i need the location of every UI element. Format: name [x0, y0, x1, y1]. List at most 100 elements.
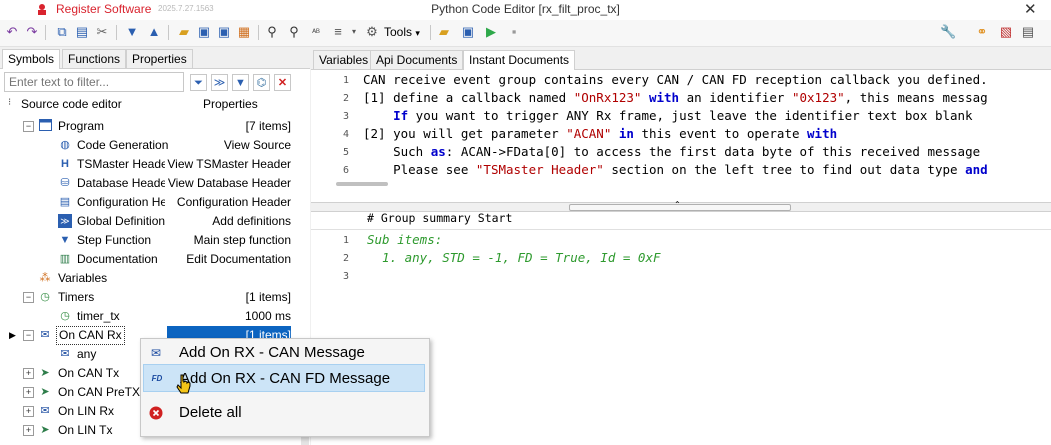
- clear-filter-icon[interactable]: ✕: [274, 74, 291, 91]
- delete-doc-icon[interactable]: ▧: [998, 24, 1014, 40]
- tree-root-icon: ⁝: [8, 97, 12, 108]
- toolbar: ↶ ↷ ⧉ ▤ ✂ ▼ ▲ ▰ ▣ ▣ ▦ ⚲ ⚲ ᴬᴮ ≡ ▾ ⚙ Tools…: [0, 20, 1051, 47]
- tab-functions[interactable]: Functions: [62, 49, 127, 68]
- cut-icon[interactable]: ✂: [94, 24, 110, 40]
- delete-icon: [148, 406, 164, 420]
- doc-line: If you want to trigger ANY Rx frame, jus…: [363, 108, 973, 123]
- window-menu-icon[interactable]: ▤: [1020, 24, 1036, 40]
- envelope-icon: ✉: [60, 348, 70, 360]
- dropdown-filter-icon[interactable]: ▼: [232, 74, 249, 91]
- send-icon: ➤: [40, 424, 50, 436]
- program-icon: [38, 119, 52, 133]
- redo-icon[interactable]: ↷: [24, 24, 40, 40]
- header-icon: H: [61, 158, 69, 170]
- send-icon: ➤: [40, 367, 50, 379]
- right-tab-bar: Variables Api Documents Instant Document…: [311, 47, 1051, 70]
- tab-api-documents[interactable]: Api Documents: [370, 50, 464, 69]
- globe-icon: ◍: [60, 139, 70, 151]
- tools-menu-button[interactable]: Tools ▾: [384, 25, 420, 39]
- gear-icon[interactable]: ⚙: [364, 24, 380, 40]
- doc-line: [1] define a callback named "OnRx123" wi…: [363, 90, 988, 105]
- tree-header: ⁝ Source code editor Properties: [0, 95, 300, 113]
- link-icon[interactable]: ⚭: [974, 24, 990, 40]
- copy-icon[interactable]: ⧉: [54, 24, 70, 40]
- replace-icon[interactable]: ᴬᴮ: [308, 24, 324, 40]
- window-title: Python Code Editor [rx_filt_proc_tx]: [431, 2, 620, 16]
- collapse-toggle-icon[interactable]: −: [23, 330, 34, 341]
- config-doc-icon: ▤: [59, 196, 71, 208]
- collapse-toggle-icon[interactable]: −: [23, 121, 34, 132]
- tree-row-global-definition[interactable]: ≫ Global Definition Add definitions: [0, 212, 300, 231]
- tree-row-variables[interactable]: ⁂ Variables: [0, 269, 300, 288]
- canfd-icon: FD: [151, 374, 163, 383]
- envelope-icon: ✉: [40, 405, 50, 417]
- tab-instant-documents[interactable]: Instant Documents: [463, 50, 576, 70]
- tree-row-timers[interactable]: − ◷ Timers [1 items]: [0, 288, 300, 307]
- wrench-icon[interactable]: 🔧: [940, 24, 956, 40]
- filter-icon[interactable]: ⏷: [190, 74, 207, 91]
- collapse-toggle-icon[interactable]: −: [23, 292, 34, 303]
- step-down-icon: ▼: [59, 234, 71, 246]
- title-bar: Register Software 2025.7.27.1563 Python …: [0, 0, 1051, 20]
- save-as-icon[interactable]: ▣: [216, 24, 232, 40]
- format-icon[interactable]: ≡: [330, 24, 346, 40]
- expand-toggle-icon[interactable]: +: [23, 406, 34, 417]
- format-dropdown-icon[interactable]: ▾: [346, 24, 362, 40]
- expand-toggle-icon[interactable]: +: [23, 425, 34, 436]
- tree-row-code-generation[interactable]: ◍ Code Generation View Source: [0, 136, 300, 155]
- python-icon[interactable]: ⌬: [253, 74, 270, 91]
- definition-icon: ≫: [58, 214, 72, 228]
- tree-row-tsmaster-header[interactable]: H TSMaster Header View TSMaster Header: [0, 155, 300, 174]
- folder-icon[interactable]: ▰: [436, 24, 452, 40]
- tab-properties[interactable]: Properties: [126, 49, 193, 68]
- stop-icon[interactable]: ▪: [506, 24, 522, 40]
- tree-header-col2: Properties: [203, 97, 258, 111]
- paste-icon[interactable]: ▤: [74, 24, 90, 40]
- clock-icon: ◷: [60, 310, 70, 322]
- tab-symbols[interactable]: Symbols: [2, 49, 61, 69]
- splitter-grip[interactable]: ⌃: [569, 200, 791, 211]
- tree-row-documentation[interactable]: ▥ Documentation Edit Documentation: [0, 250, 300, 269]
- tree-row-program[interactable]: − Program [7 items]: [0, 117, 300, 136]
- tab-variables[interactable]: Variables: [313, 50, 375, 69]
- code-line: 1. any, STD = -1, FD = True, Id = 0xF: [367, 250, 661, 265]
- tree-row-step-function[interactable]: ▼ Step Function Main step function: [0, 231, 300, 250]
- move-down-icon[interactable]: ▼: [124, 24, 140, 40]
- horizontal-scrollbar[interactable]: [336, 182, 388, 186]
- book-icon: ▥: [59, 253, 71, 265]
- tree-row-database-header[interactable]: ⛁ Database Header View Database Header: [0, 174, 300, 193]
- tree-row-timer-tx[interactable]: ◷ timer_tx 1000 ms: [0, 307, 300, 326]
- send-icon: ➤: [40, 386, 50, 398]
- find-replace-icon[interactable]: ⚲: [286, 24, 302, 40]
- open-folder-icon[interactable]: ▰: [176, 24, 192, 40]
- search-icon[interactable]: ⚲: [264, 24, 280, 40]
- variables-icon: ⁂: [39, 272, 51, 284]
- type-filter-icon[interactable]: ≫: [211, 74, 228, 91]
- expand-toggle-icon[interactable]: +: [23, 368, 34, 379]
- undo-icon[interactable]: ↶: [4, 24, 20, 40]
- doc-line: Such as: ACAN->FData[0] to access the fi…: [363, 144, 981, 159]
- instant-doc-viewer[interactable]: 1 2 3 4 5 6 CAN receive event group cont…: [311, 70, 1051, 200]
- tree-header-col1: Source code editor: [21, 97, 122, 111]
- envelope-icon: ✉: [40, 329, 50, 341]
- code-line: Sub items:: [367, 232, 443, 247]
- doc-line: CAN receive event group contains every C…: [363, 72, 988, 87]
- doc-line: [2] you will get parameter "ACAN" in thi…: [363, 126, 838, 141]
- mouse-cursor-icon: [176, 374, 192, 401]
- menu-item-add-can-message[interactable]: ✉ Add On RX - CAN Message: [143, 339, 425, 367]
- clock-icon: ◷: [40, 291, 50, 303]
- chevron-up-icon[interactable]: ⌃: [674, 200, 681, 209]
- menu-item-delete-all[interactable]: Delete all: [143, 399, 425, 427]
- run-icon[interactable]: ▶: [483, 24, 499, 40]
- compile-icon[interactable]: ▣: [460, 24, 476, 40]
- filter-input[interactable]: [4, 72, 184, 92]
- expand-toggle-icon[interactable]: +: [23, 387, 34, 398]
- export-icon[interactable]: ▦: [236, 24, 252, 40]
- move-up-icon[interactable]: ▲: [146, 24, 162, 40]
- close-window-button[interactable]: ✕: [1024, 0, 1037, 18]
- left-tab-bar: Symbols Functions Properties: [0, 47, 310, 69]
- summary-header: # Group summary Start: [367, 211, 513, 225]
- save-icon[interactable]: ▣: [196, 24, 212, 40]
- database-icon: ⛁: [60, 177, 70, 189]
- tree-row-configuration-header[interactable]: ▤ Configuration Header Configuration Hea…: [0, 193, 300, 212]
